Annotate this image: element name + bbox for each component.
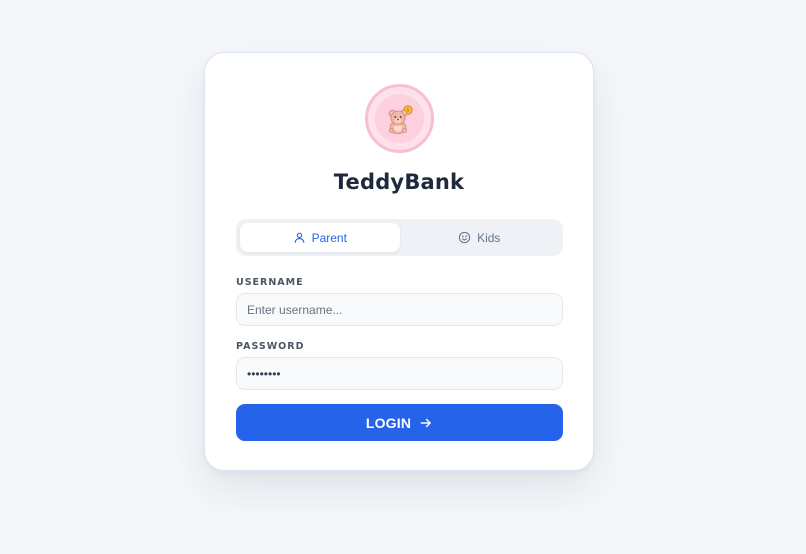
- app-logo: [365, 84, 434, 153]
- username-input[interactable]: [236, 293, 563, 326]
- smile-icon: [458, 231, 471, 244]
- role-tabs: Parent Kids: [236, 219, 563, 256]
- teddy-bear-icon: [388, 104, 413, 134]
- login-button[interactable]: LOGIN: [236, 404, 563, 441]
- tab-kids-label: Kids: [477, 230, 501, 245]
- tab-kids[interactable]: Kids: [400, 223, 560, 252]
- arrow-right-icon: [420, 418, 431, 427]
- password-input[interactable]: [236, 357, 563, 390]
- login-button-label: LOGIN: [365, 414, 412, 431]
- app-title: TeddyBank: [333, 170, 465, 194]
- user-icon: [294, 232, 304, 243]
- username-label: USERNAME: [236, 277, 304, 288]
- login-card: TeddyBank Parent Kids USERNAME PASSWORD …: [204, 52, 594, 471]
- tab-parent-label: Parent: [311, 230, 347, 245]
- tab-parent[interactable]: Parent: [240, 223, 400, 252]
- password-label: PASSWORD: [236, 341, 305, 352]
